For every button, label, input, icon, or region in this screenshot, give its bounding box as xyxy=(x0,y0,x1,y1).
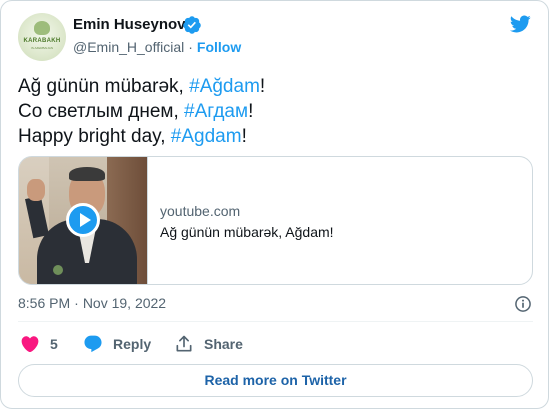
tweet-line-text: Ağ günün mübarək, xyxy=(18,76,190,97)
tweet-date: Nov 19, 2022 xyxy=(82,295,167,311)
reply-button[interactable]: Reply xyxy=(83,334,151,354)
read-more-button[interactable]: Read more on Twitter xyxy=(18,364,533,397)
tweet-line-azerbaijani: Ağ günün mübarək, #Ağdam! xyxy=(18,74,533,99)
share-label: Share xyxy=(204,336,243,352)
share-button[interactable]: Share xyxy=(174,334,243,354)
play-icon xyxy=(80,213,91,227)
author-handle[interactable]: @Emin_H_official xyxy=(73,39,184,55)
avatar-text: KARABAKH xyxy=(23,38,61,44)
reply-label: Reply xyxy=(113,336,152,352)
hashtag-link[interactable]: #Агдам xyxy=(184,101,248,122)
handle-separator: · xyxy=(188,39,193,55)
handle-line: @Emin_H_official · Follow xyxy=(73,39,241,55)
tweet-line-russian: Со светлым днем, #Агдам! xyxy=(18,99,533,124)
tweet-line-suffix: ! xyxy=(241,126,247,147)
avatar-leaf-icon xyxy=(34,21,50,35)
follow-button[interactable]: Follow xyxy=(197,39,241,55)
hashtag-link[interactable]: #Ağdam xyxy=(189,76,260,97)
tweet-line-text: Happy bright day, xyxy=(18,126,171,147)
author-name[interactable]: Emin Huseynov xyxy=(73,16,186,33)
thumbnail-emblem xyxy=(53,265,63,275)
like-button[interactable]: 5 xyxy=(20,334,58,354)
hashtag-link[interactable]: #Agdam xyxy=(171,126,242,147)
info-icon[interactable] xyxy=(513,294,533,314)
link-title: Ağ günün mübarək, Ağdam! xyxy=(160,224,334,240)
link-preview-card[interactable]: youtube.com Ağ günün mübarək, Ağdam! xyxy=(18,156,533,285)
like-count: 5 xyxy=(50,336,58,352)
heart-icon xyxy=(21,336,39,353)
tweet-line-suffix: ! xyxy=(259,76,266,97)
tweet-line-text: Со светлым днем, xyxy=(18,101,185,122)
thumbnail-fist xyxy=(27,179,45,201)
tweet-timestamp[interactable]: 8:56 PM · Nov 19, 2022 xyxy=(18,295,166,311)
twitter-bird-icon[interactable] xyxy=(507,13,533,35)
video-thumbnail[interactable] xyxy=(19,157,148,284)
tweet-time: 8:56 PM xyxy=(18,295,71,311)
share-upload-icon xyxy=(176,335,192,352)
tweet-text: Ağ günün mübarək, #Ağdam! Со светлым дне… xyxy=(18,74,533,149)
play-button[interactable] xyxy=(66,203,100,237)
link-domain: youtube.com xyxy=(160,203,241,219)
thumbnail-hair xyxy=(69,167,105,181)
reply-bubble-icon xyxy=(84,335,102,353)
avatar[interactable]: KARABAKH IS AZERBAIJAN xyxy=(18,13,66,61)
verified-badge-icon xyxy=(183,16,201,34)
tweet-line-suffix: ! xyxy=(248,101,254,122)
divider xyxy=(18,321,533,322)
embedded-tweet-card: KARABAKH IS AZERBAIJAN Emin Huseynov @Em… xyxy=(0,0,549,409)
timestamp-separator: · xyxy=(74,295,79,311)
tweet-line-english: Happy bright day, #Agdam! xyxy=(18,124,533,149)
avatar-tagline: IS AZERBAIJAN xyxy=(30,46,53,50)
